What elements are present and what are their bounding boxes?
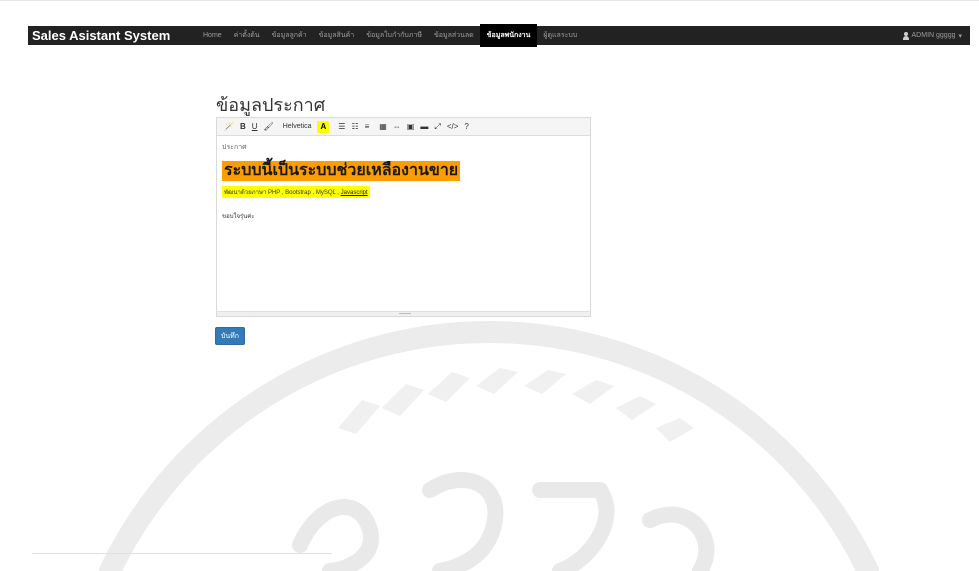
nav-item-employees[interactable]: ข้อมูลพนักงาน <box>479 24 538 47</box>
unordered-list-icon[interactable]: ☰ <box>335 121 348 133</box>
announcement-heading: ระบบนี้เป็นระบบช่วยเหลืองานขาย <box>222 161 461 181</box>
help-icon[interactable]: ? <box>461 121 471 133</box>
caret-down-icon: ▾ <box>958 32 962 40</box>
user-icon <box>902 31 909 40</box>
nav-item-settings[interactable]: ค่าตั้งต้น <box>228 30 266 41</box>
page-title: ข้อมูลประกาศ <box>216 95 326 115</box>
text-color-button[interactable]: A <box>317 120 330 133</box>
link-icon[interactable]: ⇔ <box>390 121 404 133</box>
nav-item-admin[interactable]: ผู้ดูแลระบบ <box>537 30 583 41</box>
thanks-text: ขอบใจรุ่นค่ะ <box>222 214 255 220</box>
tech-stack-line: พัฒนาด้วยภาษา PHP , Bootstrap , MySQL , … <box>222 186 370 198</box>
tech-stack-link[interactable]: Javascript <box>341 190 368 196</box>
magic-wand-icon[interactable]: 🪄 <box>221 121 237 133</box>
code-view-icon[interactable]: </> <box>444 121 462 133</box>
editor-content[interactable]: ประกาศ ระบบนี้เป็นระบบช่วยเหลืองานขาย พั… <box>217 136 590 221</box>
tech-stack-text: พัฒนาด้วยภาษา PHP , Bootstrap , MySQL , <box>224 190 339 196</box>
announcement-label: ประกาศ <box>222 144 247 151</box>
save-button[interactable]: บันทึก <box>215 327 245 345</box>
window-edge <box>0 0 979 1</box>
bold-button[interactable]: B <box>237 121 249 133</box>
editor-resize-handle[interactable] <box>217 311 590 316</box>
top-navbar: Sales Asistant System Home ค่าตั้งต้น ข้… <box>28 24 970 47</box>
table-icon[interactable]: ▦ <box>376 121 390 133</box>
footer-divider <box>32 553 332 554</box>
video-icon[interactable]: ▬ <box>417 121 431 133</box>
ordered-list-icon[interactable]: ☷ <box>348 121 361 133</box>
paragraph-align-icon[interactable]: ≡ <box>362 121 373 133</box>
nav-menu: Home ค่าตั้งต้น ข้อมูลลูกค้า ข้อมูลสินค้… <box>197 24 583 47</box>
user-menu[interactable]: ADMIN ggggg ▾ <box>902 31 970 40</box>
nav-item-tax-invoices[interactable]: ข้อมูลใบกำกับภาษี <box>360 30 428 41</box>
nav-item-home[interactable]: Home <box>197 32 228 39</box>
nav-item-products[interactable]: ข้อมูลสินค้า <box>313 30 361 41</box>
fullscreen-icon[interactable]: ⤢ <box>431 121 443 133</box>
editor-toolbar: 🪄 B U 🖌 Helvetica A ☰ ☷ ≡ ▦ ⇔ ▣ ▬ ⤢ </> … <box>217 118 590 136</box>
font-family-dropdown[interactable]: Helvetica <box>277 121 318 133</box>
brand-title[interactable]: Sales Asistant System <box>28 28 172 43</box>
rich-text-editor: 🪄 B U 🖌 Helvetica A ☰ ☷ ≡ ▦ ⇔ ▣ ▬ ⤢ </> … <box>216 117 591 317</box>
image-icon[interactable]: ▣ <box>404 121 418 133</box>
underline-button[interactable]: U <box>249 121 261 133</box>
nav-item-customers[interactable]: ข้อมูลลูกค้า <box>266 30 313 41</box>
nav-item-discounts[interactable]: ข้อมูลส่วนลด <box>428 30 480 41</box>
user-name: ADMIN ggggg <box>911 32 956 39</box>
eraser-icon[interactable]: 🖌 <box>261 121 277 133</box>
